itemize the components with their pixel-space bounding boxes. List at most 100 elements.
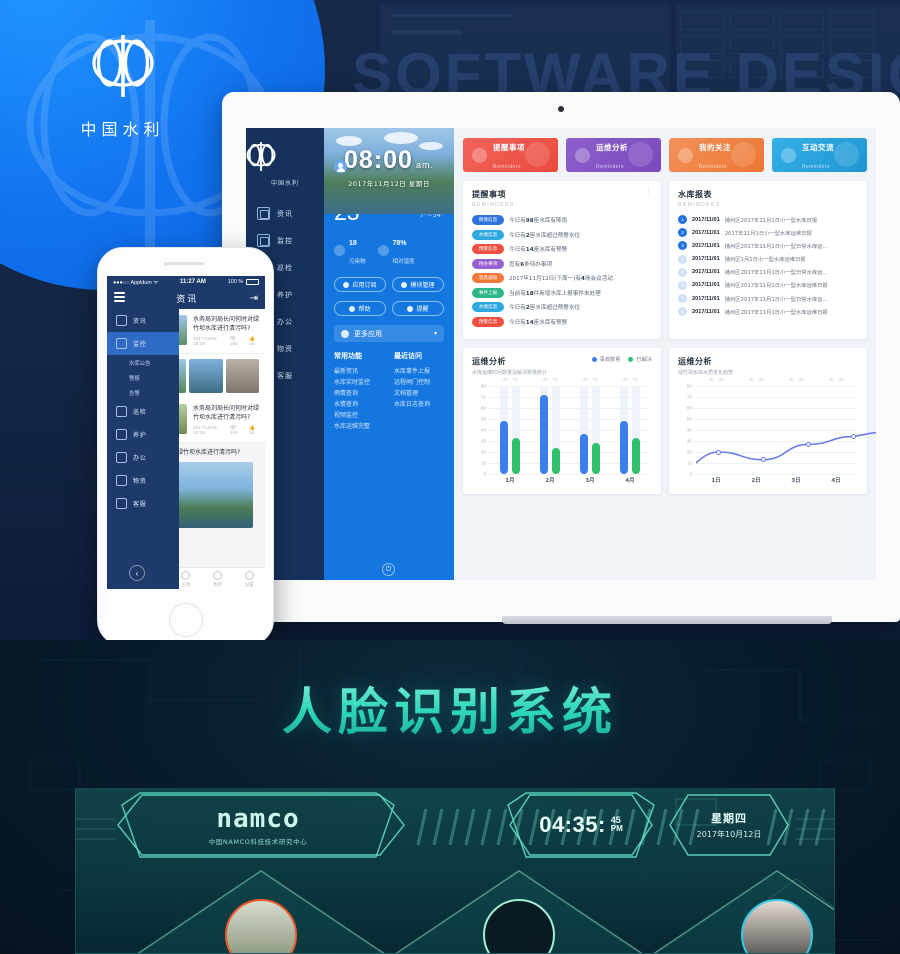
list-item[interactable]: 8 2017/11/01 播州区2017年11月1日小一型水库运维日报	[678, 307, 858, 317]
tab-settings[interactable]: 设置	[233, 568, 265, 589]
bar[interactable]	[580, 434, 588, 474]
list-item[interactable]: 水情信息 今日有2座水库超过预警水位	[472, 229, 652, 240]
drawer-item-office[interactable]: 办公	[107, 446, 179, 469]
drawer-subitem-alarm[interactable]: 警报	[107, 370, 179, 385]
x-tick-label: 4日	[831, 478, 841, 484]
chip-module-manage[interactable]: 模块管理	[392, 277, 444, 292]
list-item[interactable]: 7 2017/11/01 播州区2017年11月1日小一型日常水库运...	[678, 294, 858, 304]
data-point[interactable]	[806, 441, 811, 447]
bar[interactable]	[620, 421, 628, 474]
reminders-panel: 提醒事项 REMINDERS ⋮ 雨情信息 今日有98座水库有降雨 水情信息 今日有…	[463, 181, 661, 339]
list-item[interactable]: 预警信息 今日有14座水库有预警	[472, 316, 652, 327]
page-root: SOFTWARE DESIGN 中国水利	[0, 0, 900, 954]
bar-chart: 0 10 20 30 40 50 60 70 80 48 25 48 25 48 25 48 25 1月 2月 3月 4…	[472, 377, 652, 486]
link-item[interactable]: 水库日志查询	[394, 399, 444, 410]
tile-analytics[interactable]: 运维分析 Reminders	[566, 138, 661, 172]
drawer-item-monitor[interactable]: 监控	[107, 332, 179, 355]
news-icon	[257, 207, 270, 220]
more-apps-button[interactable]: 更多应用 ▾	[334, 325, 444, 342]
chip-reminder[interactable]: 提醒	[392, 301, 444, 316]
drawer-item-materials[interactable]: 物资	[107, 469, 179, 492]
list-item[interactable]: 水情信息 今日有2座水库超过预警水位	[472, 302, 652, 312]
link-item[interactable]: 水库事件上报	[394, 366, 444, 377]
list-item[interactable]: 事件上报 当前有18件新增水库上报事件未处理	[472, 287, 652, 298]
drawer-item-news[interactable]: 资讯	[107, 309, 179, 332]
drawer-subitem-announcements[interactable]: 水库公告	[107, 355, 179, 370]
drawer-item-service[interactable]: 客服	[107, 492, 179, 515]
link-item[interactable]: 文档管理	[394, 388, 444, 399]
monitor-icon	[257, 234, 270, 247]
likes-count: 👍 26	[249, 426, 255, 436]
link-item[interactable]: 水情查询	[334, 399, 384, 410]
pollution-value: 18	[349, 240, 357, 247]
status-badge: 消息通知	[472, 273, 504, 283]
tile-interaction[interactable]: 互动交流 Reminders	[772, 138, 867, 172]
clock-meridiem: am.	[415, 160, 434, 170]
chip-help[interactable]: 帮助	[334, 301, 386, 316]
weekday-label: 星期四	[711, 812, 747, 825]
list-item[interactable]: 预警信息 今日有14座水库有预警	[472, 244, 652, 254]
namco-logo-badge: namco 中国NAMCO科技技术研究中心	[122, 793, 394, 857]
link-item[interactable]: 远程闸门控制	[394, 377, 444, 388]
sidebar-item-news[interactable]: 资讯	[246, 200, 324, 227]
list-item[interactable]: 待办事项 您有6条待办事项	[472, 258, 652, 269]
list-item[interactable]: 5 2017/11/01 播州区2017年11月1日小一型日常水库运...	[678, 267, 858, 277]
reports-list: 1 2017/11/01 播州区2017年11月1日小一型水库日报 2 2017/11…	[678, 215, 858, 317]
tab-profile[interactable]: 我的	[202, 568, 234, 589]
list-item[interactable]: 2 2017/11/01 2017年11月1日小一型水库运维日报	[678, 228, 858, 238]
bar[interactable]	[512, 437, 520, 474]
chip-app-subscribe[interactable]: 应用订阅	[334, 277, 386, 292]
bar[interactable]	[632, 437, 640, 474]
pollution-icon	[334, 244, 345, 256]
report-text: 播州区2017年11月1日小一型日常水库运...	[724, 296, 828, 303]
link-item[interactable]: 雨情查询	[334, 388, 384, 399]
bar-track	[592, 386, 600, 474]
list-item[interactable]: 6 2017/11/01 播州区2017年11月1日小一型水库运维日报	[678, 280, 858, 290]
panel-subtitle: 绿竹坝水库水质变化趋势	[678, 370, 734, 376]
link-item[interactable]: 水库实时监控	[334, 377, 384, 388]
tile-my-focus[interactable]: 我的关注 Reminders	[669, 138, 764, 172]
humidity-stat: 78% 相对湿度	[377, 232, 415, 268]
y-tick-label: 30	[686, 438, 692, 444]
bar-track	[552, 386, 560, 474]
x-tick-label: 4月	[625, 478, 635, 484]
status-time: 11:27 AM	[180, 278, 206, 285]
humidity-value: 78%	[392, 240, 407, 247]
drawer-item-inspection[interactable]: 巡检	[107, 400, 179, 423]
link-item[interactable]: 视频监控	[334, 410, 384, 421]
logout-icon[interactable]: ⇥	[250, 293, 258, 304]
link-item[interactable]: 最新资讯	[334, 366, 384, 377]
list-item[interactable]: 雨情信息 今日有98座水库有降雨	[472, 215, 652, 225]
report-date: 2017/11/01	[692, 256, 720, 263]
status-badge: 事件上报	[472, 287, 504, 298]
report-date: 2017/11/01	[692, 269, 720, 276]
drawer-subitem-warning[interactable]: 告警	[107, 385, 179, 400]
bar[interactable]	[540, 394, 548, 474]
power-icon[interactable]: ⏻	[382, 563, 395, 576]
bar[interactable]	[592, 443, 600, 474]
panel-title: 运维分析	[678, 357, 712, 366]
x-tick-label: 1日	[711, 478, 721, 484]
list-item[interactable]: 1 2017/11/01 播州区2017年11月1日小一型水库日报	[678, 215, 858, 224]
pollution-stat: 18 污染物	[334, 232, 366, 268]
ghost-card	[680, 12, 724, 30]
drawer-item-maintenance[interactable]: 养护	[107, 423, 179, 446]
list-item[interactable]: 3 2017/11/01 播州区2017年11月1日小一型日常水库运...	[678, 241, 858, 251]
link-item[interactable]: 水库运维完整	[334, 421, 384, 432]
panel-subtitle: 水库运维时间数量及解决数量统计	[472, 370, 548, 376]
tile-reminders[interactable]: 提醒事项 Reminders	[463, 138, 558, 172]
clock-badge: 04:35: 45 PM	[508, 793, 654, 857]
more-vertical-icon[interactable]: ⋮	[645, 188, 652, 195]
list-item[interactable]: 消息通知 2017年11月12日(下周一)有4场会议活动	[472, 273, 652, 283]
list-item[interactable]: 4 2017/11/01 播州区1月1日小一型水库运维日报	[678, 254, 858, 264]
panel-subtitle: REMINDERS	[472, 202, 515, 208]
data-point[interactable]	[716, 449, 721, 455]
phone-home-button[interactable]	[168, 603, 203, 637]
panel-header: 水库报表 REMINDERS	[678, 189, 858, 208]
bar[interactable]	[500, 421, 508, 474]
sidebar-item-label: 客服	[277, 371, 293, 380]
back-arrow-icon[interactable]: ‹	[129, 565, 145, 581]
hamburger-icon[interactable]	[114, 292, 125, 304]
clock-time: 08:00	[344, 146, 413, 174]
bar[interactable]	[552, 447, 560, 474]
